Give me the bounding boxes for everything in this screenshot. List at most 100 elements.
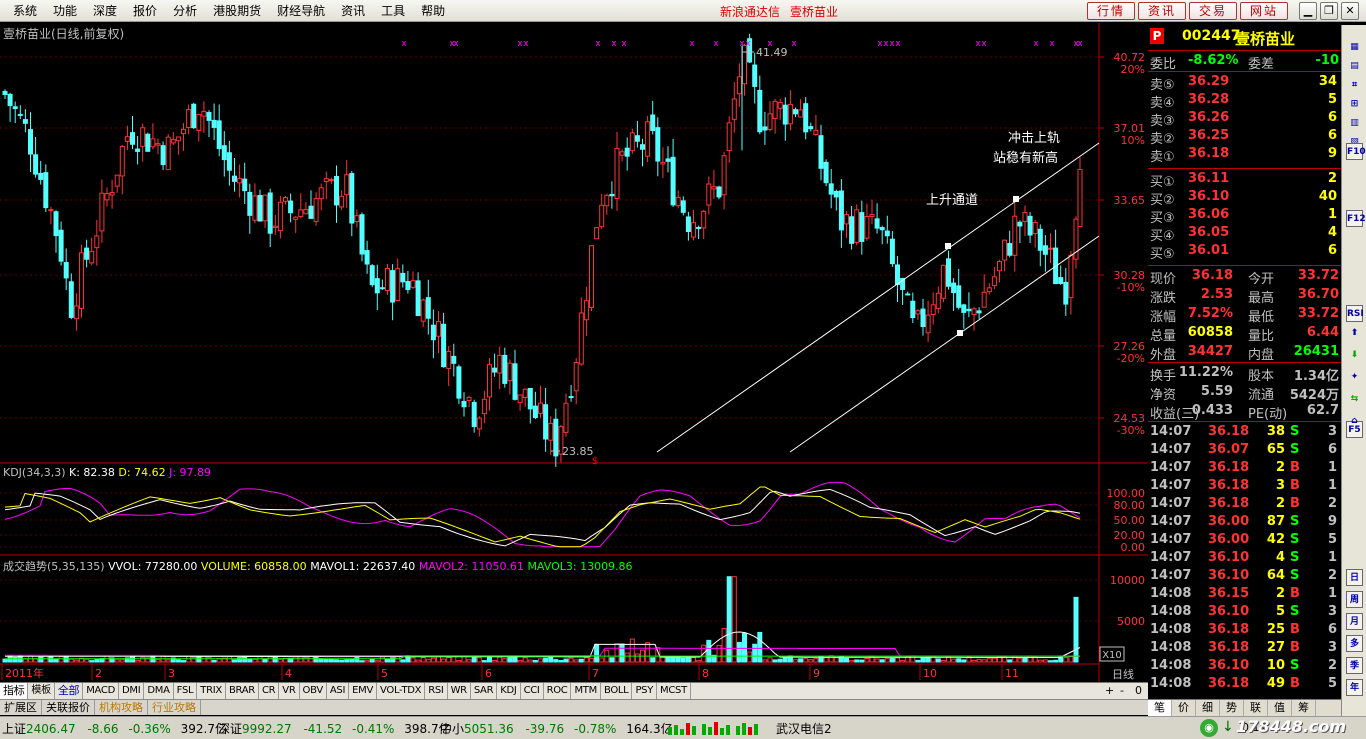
candle-body [849, 216, 855, 244]
trade-button[interactable]: 交易 [1189, 2, 1237, 20]
volume-bar [889, 657, 895, 663]
candle-body [731, 98, 737, 120]
quote-tab-5[interactable]: 值 [1268, 700, 1292, 716]
candle-body [961, 304, 967, 313]
side-button-6[interactable]: 月 [1346, 613, 1363, 630]
indicator-tab-brar[interactable]: BRAR [226, 683, 259, 699]
candle-body [640, 144, 645, 150]
quote-tab-4[interactable]: 联 [1244, 700, 1268, 716]
stat-label: 换手 [1150, 369, 1177, 384]
quote-tab-1[interactable]: 价 [1172, 700, 1196, 716]
indicator-tab-cr[interactable]: CR [259, 683, 280, 699]
side-chart-icon[interactable]: ▥ [1346, 115, 1363, 132]
website-button[interactable]: 网站 [1240, 2, 1288, 20]
quote-tab-2[interactable]: 细 [1196, 700, 1220, 716]
tick-count: 6 [1327, 442, 1337, 457]
tick-time: 14:07 [1150, 550, 1192, 565]
tab-related-quotes[interactable]: 关联报价 [42, 700, 95, 715]
indicator-tab-sar[interactable]: SAR [471, 683, 498, 699]
index-sme[interactable]: 中小5051.36 -39.76 -0.78% 164.3亿 [440, 720, 673, 737]
indicator-tab-mtm[interactable]: MTM [571, 683, 601, 699]
indicator-tab-mcst[interactable]: MCST [657, 683, 691, 699]
restore-icon[interactable]: ❐ [1320, 2, 1338, 20]
side-button-3[interactable]: F12 [1346, 210, 1366, 227]
indicator-tab-macd[interactable]: MACD [83, 683, 119, 699]
indicator-tab-rsi[interactable]: RSI [425, 683, 448, 699]
indicator-tab-vr[interactable]: VR [279, 683, 300, 699]
tick-price: 36.18 [1208, 424, 1250, 439]
candle-body [461, 400, 467, 408]
candle-body [12, 106, 18, 110]
indicator-tab-dmi[interactable]: DMI [119, 683, 145, 699]
indicator-tab-asi[interactable]: ASI [327, 683, 350, 699]
side-chart-icon[interactable]: ⊞ [1346, 96, 1363, 113]
indicator-tab-[interactable]: 全部 [55, 683, 84, 699]
indicator-tab-fsl[interactable]: FSL [174, 683, 198, 699]
side-nav-icon[interactable]: ⇆ [1346, 391, 1363, 408]
side-button-5[interactable]: 周 [1346, 591, 1363, 608]
candle-body [226, 152, 232, 171]
tick-volume: 5 [1275, 604, 1285, 619]
vol-volume: VOLUME: 60858.00 [200, 560, 307, 573]
side-nav-icon[interactable]: ✦ [1346, 369, 1363, 386]
candle-body [232, 175, 237, 182]
quote-tab-0[interactable]: 笔 [1148, 700, 1172, 716]
tab-institution-strategy[interactable]: 机构攻略 [95, 700, 148, 715]
tick-price: 36.10 [1208, 568, 1250, 583]
indicator-tab-emv[interactable]: EMV [349, 683, 378, 699]
zoom-out-button[interactable]: - [1120, 684, 1124, 697]
side-button-4[interactable]: 日 [1346, 569, 1363, 586]
candle-body [288, 200, 294, 214]
tick-price: 36.18 [1208, 460, 1250, 475]
quote-tab-3[interactable]: 势 [1220, 700, 1244, 716]
side-button-9[interactable]: 年 [1346, 679, 1363, 696]
indicator-tab-[interactable]: 模板 [28, 683, 55, 699]
side-chart-icon[interactable]: ▤ [1346, 58, 1363, 75]
minimize-icon[interactable]: ▁ [1299, 2, 1317, 20]
indicator-tab-roc[interactable]: ROC [544, 683, 572, 699]
indicator-tab-wr[interactable]: WR [448, 683, 471, 699]
indicator-tab-cci[interactable]: CCI [521, 683, 544, 699]
zoom-in-button[interactable]: + [1105, 684, 1114, 697]
volume-bar [22, 658, 28, 663]
candle-body [951, 282, 957, 294]
indicator-tab-boll[interactable]: BOLL [601, 683, 633, 699]
server-name[interactable]: 武汉电信2 [776, 720, 832, 737]
indicator-tab-obv[interactable]: OBV [300, 683, 327, 699]
tab-extension[interactable]: 扩展区 [0, 700, 42, 715]
index-shanghai[interactable]: 上证2406.47 -8.66 -0.36% 392.7亿 [2, 720, 227, 737]
candle-body [716, 186, 722, 198]
p-badge-icon[interactable]: P [1150, 28, 1164, 44]
close-icon[interactable]: ✕ [1341, 2, 1359, 20]
side-button-2[interactable]: F10 [1346, 143, 1366, 160]
tick-count: 2 [1327, 658, 1337, 673]
candle-body [706, 183, 712, 206]
side-nav-icon[interactable]: ⌂ [1346, 413, 1363, 430]
side-chart-icon[interactable]: ▦ [1346, 39, 1363, 56]
candle-body [487, 364, 492, 398]
connection-icon[interactable]: ◉ [1200, 719, 1218, 737]
side-button-8[interactable]: 季 [1346, 657, 1363, 674]
kline-chart[interactable]: x xx x x x x x x x x x x x x x x x x x x x xx41.4923.85$上升通道冲… [0, 0, 1148, 682]
indicator-tab-[interactable]: 指标 [0, 683, 29, 699]
volume-bar [130, 656, 135, 663]
side-button-7[interactable]: 多 [1346, 635, 1363, 652]
quote-tab-6[interactable]: 筹 [1292, 700, 1316, 716]
indicator-tab-trix[interactable]: TRIX [197, 683, 226, 699]
volume-bar [747, 651, 753, 663]
side-nav-icon[interactable]: ⬆ [1346, 325, 1363, 342]
side-nav-icon[interactable]: ⬇ [1346, 347, 1363, 364]
zoom-reset-button[interactable]: 0 [1135, 684, 1142, 697]
index-shenzhen[interactable]: 深证9992.27 -41.52 -0.41% 398.7亿 [218, 720, 451, 737]
candle-body [150, 138, 156, 148]
side-button-0[interactable]: RSI [1346, 305, 1364, 322]
tab-industry-strategy[interactable]: 行业攻略 [148, 700, 201, 715]
tick-price: 36.00 [1208, 514, 1250, 529]
tick-row: 14:07 36.18 38 S 3 [1148, 423, 1341, 441]
tick-time: 14:08 [1150, 604, 1192, 619]
indicator-tab-dma[interactable]: DMA [144, 683, 174, 699]
indicator-tab-psy[interactable]: PSY [632, 683, 658, 699]
indicator-tab-kdj[interactable]: KDJ [497, 683, 521, 699]
indicator-tab-voltdx[interactable]: VOL-TDX [377, 683, 426, 699]
side-chart-icon[interactable]: ⌗ [1346, 77, 1363, 94]
